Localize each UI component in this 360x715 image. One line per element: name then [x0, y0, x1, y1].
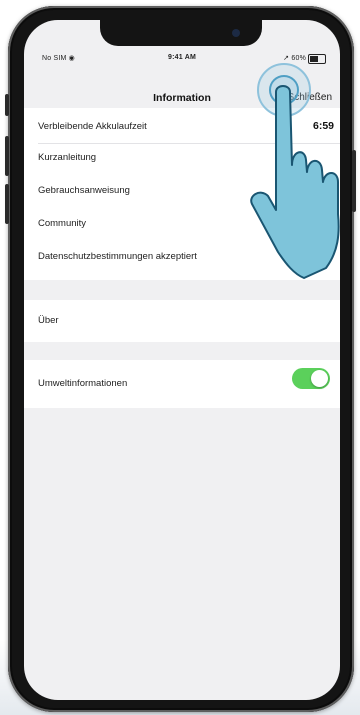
navigation-bar: Information Schließen: [24, 70, 340, 106]
environment-toggle[interactable]: [292, 368, 330, 389]
volume-up-button: [5, 136, 9, 176]
environment-label: Umweltinformationen: [38, 378, 128, 389]
toggle-knob: [311, 370, 328, 387]
list-group-links: Kurzanleitung Gebrauchsanweisung Communi…: [24, 144, 340, 280]
list-item-quick-guide[interactable]: Kurzanleitung: [38, 152, 96, 163]
camera-icon: [232, 29, 240, 37]
battery-time-label: Verbleibende Akkulaufzeit: [38, 121, 147, 132]
list-item-environment: Umweltinformationen: [24, 360, 340, 408]
volume-down-button: [5, 184, 9, 224]
list-item-manual[interactable]: Gebrauchsanweisung: [38, 185, 130, 196]
mute-switch: [5, 94, 9, 116]
list-item-about[interactable]: Über: [24, 300, 340, 342]
battery-time-value: 6:59: [312, 120, 334, 132]
notch: [100, 20, 262, 46]
list-item-community[interactable]: Community: [38, 218, 86, 229]
close-button[interactable]: Schließen: [288, 92, 332, 103]
phone-screen: No SIM ◉ 9:41 AM ↗ 60% Information Schli…: [24, 20, 340, 700]
list-item-privacy[interactable]: Datenschutzbestimmungen akzeptiert: [38, 251, 197, 262]
status-battery-text: ↗ 60%: [283, 55, 306, 62]
about-label: Über: [38, 315, 59, 326]
battery-icon: [308, 54, 326, 64]
list-item-battery-time: Verbleibende Akkulaufzeit 6:59: [24, 108, 340, 144]
side-button: [352, 150, 356, 212]
